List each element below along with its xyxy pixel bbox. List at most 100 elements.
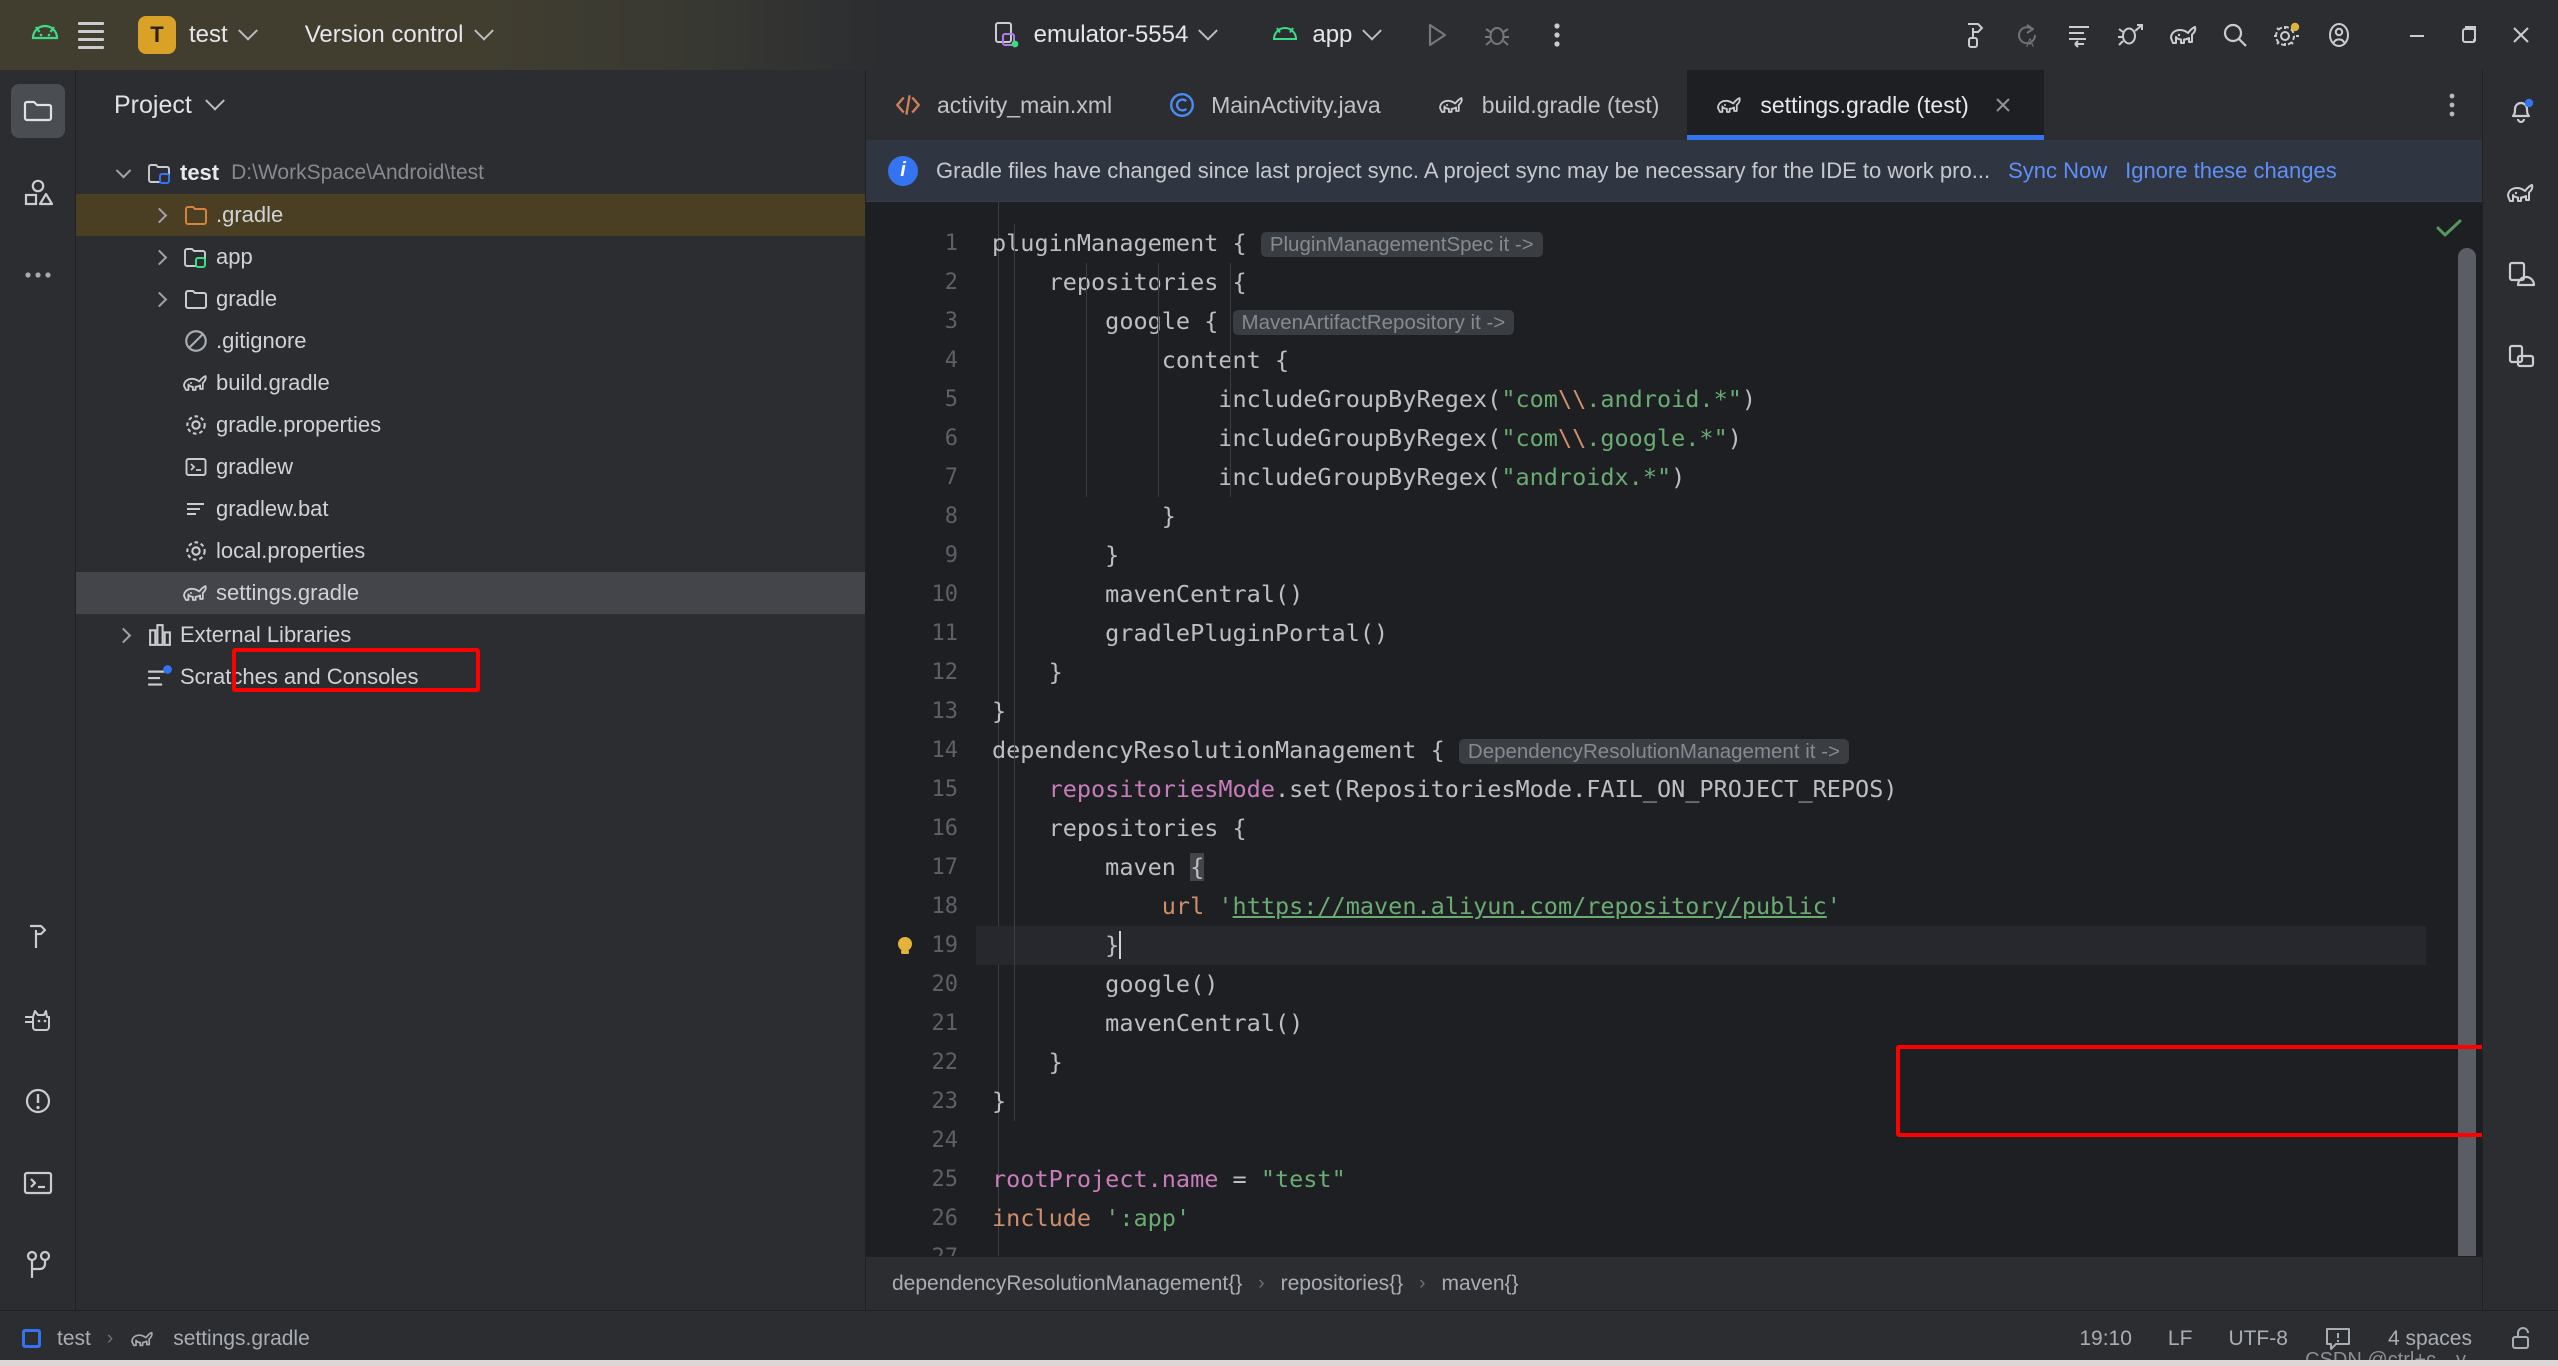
- ignore-changes-link[interactable]: Ignore these changes: [2125, 158, 2337, 184]
- more-vertical-icon[interactable]: [2422, 70, 2482, 140]
- code-line-3[interactable]: google { MavenArtifactRepository it ->: [976, 302, 2426, 341]
- encoding[interactable]: UTF-8: [2228, 1327, 2288, 1351]
- tree-item-external-libraries[interactable]: External Libraries: [76, 614, 865, 656]
- code-line-24[interactable]: [976, 1121, 2426, 1160]
- tree-item-settings-gradle[interactable]: settings.gradle: [76, 572, 865, 614]
- editor-tab-settings-gradle-test[interactable]: settings.gradle (test): [1687, 70, 2045, 140]
- code-line-25[interactable]: rootProject.name = "test": [976, 1160, 2426, 1199]
- line-number[interactable]: 18: [866, 887, 976, 926]
- chevron-right-icon[interactable]: [142, 291, 176, 307]
- code-line-13[interactable]: }: [976, 692, 2426, 731]
- line-separator[interactable]: LF: [2168, 1327, 2193, 1351]
- line-number[interactable]: 23: [866, 1082, 976, 1121]
- sync-now-link[interactable]: Sync Now: [2008, 158, 2107, 184]
- code-line-16[interactable]: repositories {: [976, 809, 2426, 848]
- line-number[interactable]: 3: [866, 302, 976, 341]
- chevron-down-icon[interactable]: [204, 90, 225, 111]
- tree-item-app[interactable]: app: [76, 236, 865, 278]
- editor-vertical-scrollbar[interactable]: [2458, 248, 2476, 1256]
- chevron-right-icon[interactable]: [142, 207, 176, 223]
- gradle-elephant-icon[interactable]: [2160, 12, 2206, 58]
- code-line-1[interactable]: pluginManagement { PluginManagementSpec …: [976, 224, 2426, 263]
- line-number[interactable]: 10: [866, 575, 976, 614]
- editor-tab-build-gradle-test[interactable]: build.gradle (test): [1409, 70, 1688, 140]
- code-line-23[interactable]: }: [976, 1082, 2426, 1121]
- resource-manager-icon[interactable]: [11, 166, 65, 220]
- line-number[interactable]: 27: [866, 1238, 976, 1256]
- version-control-branch-icon[interactable]: [11, 1238, 65, 1292]
- code-line-26[interactable]: include ':app': [976, 1199, 2426, 1238]
- tree-item-scratches-and-consoles[interactable]: Scratches and Consoles: [76, 656, 865, 698]
- code-line-11[interactable]: gradlePluginPortal(): [976, 614, 2426, 653]
- tree-item-gitignore[interactable]: .gitignore: [76, 320, 865, 362]
- editor-tab-activity-main-xml[interactable]: activity_main.xml: [866, 70, 1140, 140]
- code-line-4[interactable]: content {: [976, 341, 2426, 380]
- tree-item-build-gradle[interactable]: build.gradle: [76, 362, 865, 404]
- settings-gear-icon[interactable]: [2264, 12, 2310, 58]
- line-number[interactable]: 25: [866, 1160, 976, 1199]
- breadcrumb[interactable]: dependencyResolutionManagement{} › reposit…: [866, 1256, 2482, 1310]
- tree-item-gradle[interactable]: .gradle: [76, 194, 865, 236]
- tree-item-local-properties[interactable]: local.properties: [76, 530, 865, 572]
- line-number[interactable]: 17: [866, 848, 976, 887]
- line-number[interactable]: 1: [866, 224, 976, 263]
- caret-position[interactable]: 19:10: [2079, 1327, 2132, 1351]
- status-file-label[interactable]: settings.gradle: [173, 1327, 310, 1351]
- line-number[interactable]: 26: [866, 1199, 976, 1238]
- gradle-elephant-icon[interactable]: [2494, 166, 2548, 220]
- line-number[interactable]: 6: [866, 419, 976, 458]
- account-icon[interactable]: [2316, 12, 2362, 58]
- project-tree[interactable]: test D:\WorkSpace\Android\test .gradle app g…: [76, 140, 865, 698]
- line-number[interactable]: 8: [866, 497, 976, 536]
- code-format-icon[interactable]: [2056, 12, 2102, 58]
- breadcrumb-item[interactable]: dependencyResolutionManagement{}: [892, 1272, 1242, 1296]
- restore-icon[interactable]: [2446, 12, 2492, 58]
- code-content[interactable]: pluginManagement { PluginManagementSpec …: [976, 202, 2426, 1256]
- more-vertical-icon[interactable]: [1534, 12, 1580, 58]
- terminal-icon[interactable]: [11, 1156, 65, 1210]
- line-number[interactable]: 16: [866, 809, 976, 848]
- code-line-9[interactable]: }: [976, 536, 2426, 575]
- search-icon[interactable]: [2212, 12, 2258, 58]
- code-line-10[interactable]: mavenCentral(): [976, 575, 2426, 614]
- line-number[interactable]: 12: [866, 653, 976, 692]
- code-line-19[interactable]: }: [976, 926, 2426, 965]
- line-number[interactable]: 4: [866, 341, 976, 380]
- minimize-icon[interactable]: [2394, 12, 2440, 58]
- project-panel-header[interactable]: Project: [76, 70, 865, 140]
- tree-item-gradle[interactable]: gradle: [76, 278, 865, 320]
- unlocked-icon[interactable]: [2508, 1325, 2536, 1353]
- more-tools-icon[interactable]: [11, 248, 65, 302]
- line-number[interactable]: 20: [866, 965, 976, 1004]
- tree-item-gradlew-bat[interactable]: gradlew.bat: [76, 488, 865, 530]
- line-number[interactable]: 2: [866, 263, 976, 302]
- code-line-8[interactable]: }: [976, 497, 2426, 536]
- line-number[interactable]: 13: [866, 692, 976, 731]
- code-line-27[interactable]: [976, 1238, 2426, 1256]
- code-line-14[interactable]: dependencyResolutionManagement { Depende…: [976, 731, 2426, 770]
- close-icon[interactable]: [1990, 92, 2016, 118]
- line-number[interactable]: 22: [866, 1043, 976, 1082]
- running-devices-icon[interactable]: [2494, 330, 2548, 384]
- intention-bulb-icon[interactable]: [892, 933, 918, 959]
- code-line-21[interactable]: mavenCentral(): [976, 1004, 2426, 1043]
- code-line-5[interactable]: includeGroupByRegex("com\\.android.*"): [976, 380, 2426, 419]
- line-number[interactable]: 24: [866, 1121, 976, 1160]
- line-number[interactable]: 9: [866, 536, 976, 575]
- editor-tab-mainactivity-java[interactable]: MainActivity.java: [1140, 70, 1409, 140]
- line-number-gutter[interactable]: 1 2 3 4 5 6 7 8 9 10 11 12 13 14 15 16 17 18 19 20 21 22 23 24 2…: [866, 202, 976, 1256]
- editor-right-gutter[interactable]: [2426, 202, 2482, 1256]
- notifications-bell-icon[interactable]: [2494, 84, 2548, 138]
- code-line-15[interactable]: repositoriesMode.set(RepositoriesMode.FA…: [976, 770, 2426, 809]
- tree-item-gradle-properties[interactable]: gradle.properties: [76, 404, 865, 446]
- code-line-7[interactable]: includeGroupByRegex("androidx.*"): [976, 458, 2426, 497]
- build-hammer-icon[interactable]: [1952, 12, 1998, 58]
- analysis-ok-check-icon[interactable]: [2432, 216, 2466, 242]
- code-line-22[interactable]: }: [976, 1043, 2426, 1082]
- chevron-right-icon[interactable]: [142, 249, 176, 265]
- close-icon[interactable]: [2498, 12, 2544, 58]
- debug-bug-icon[interactable]: [2108, 12, 2154, 58]
- problems-icon[interactable]: [11, 1074, 65, 1128]
- run-configuration-selector[interactable]: app: [1258, 15, 1392, 55]
- tree-item-gradlew[interactable]: gradlew: [76, 446, 865, 488]
